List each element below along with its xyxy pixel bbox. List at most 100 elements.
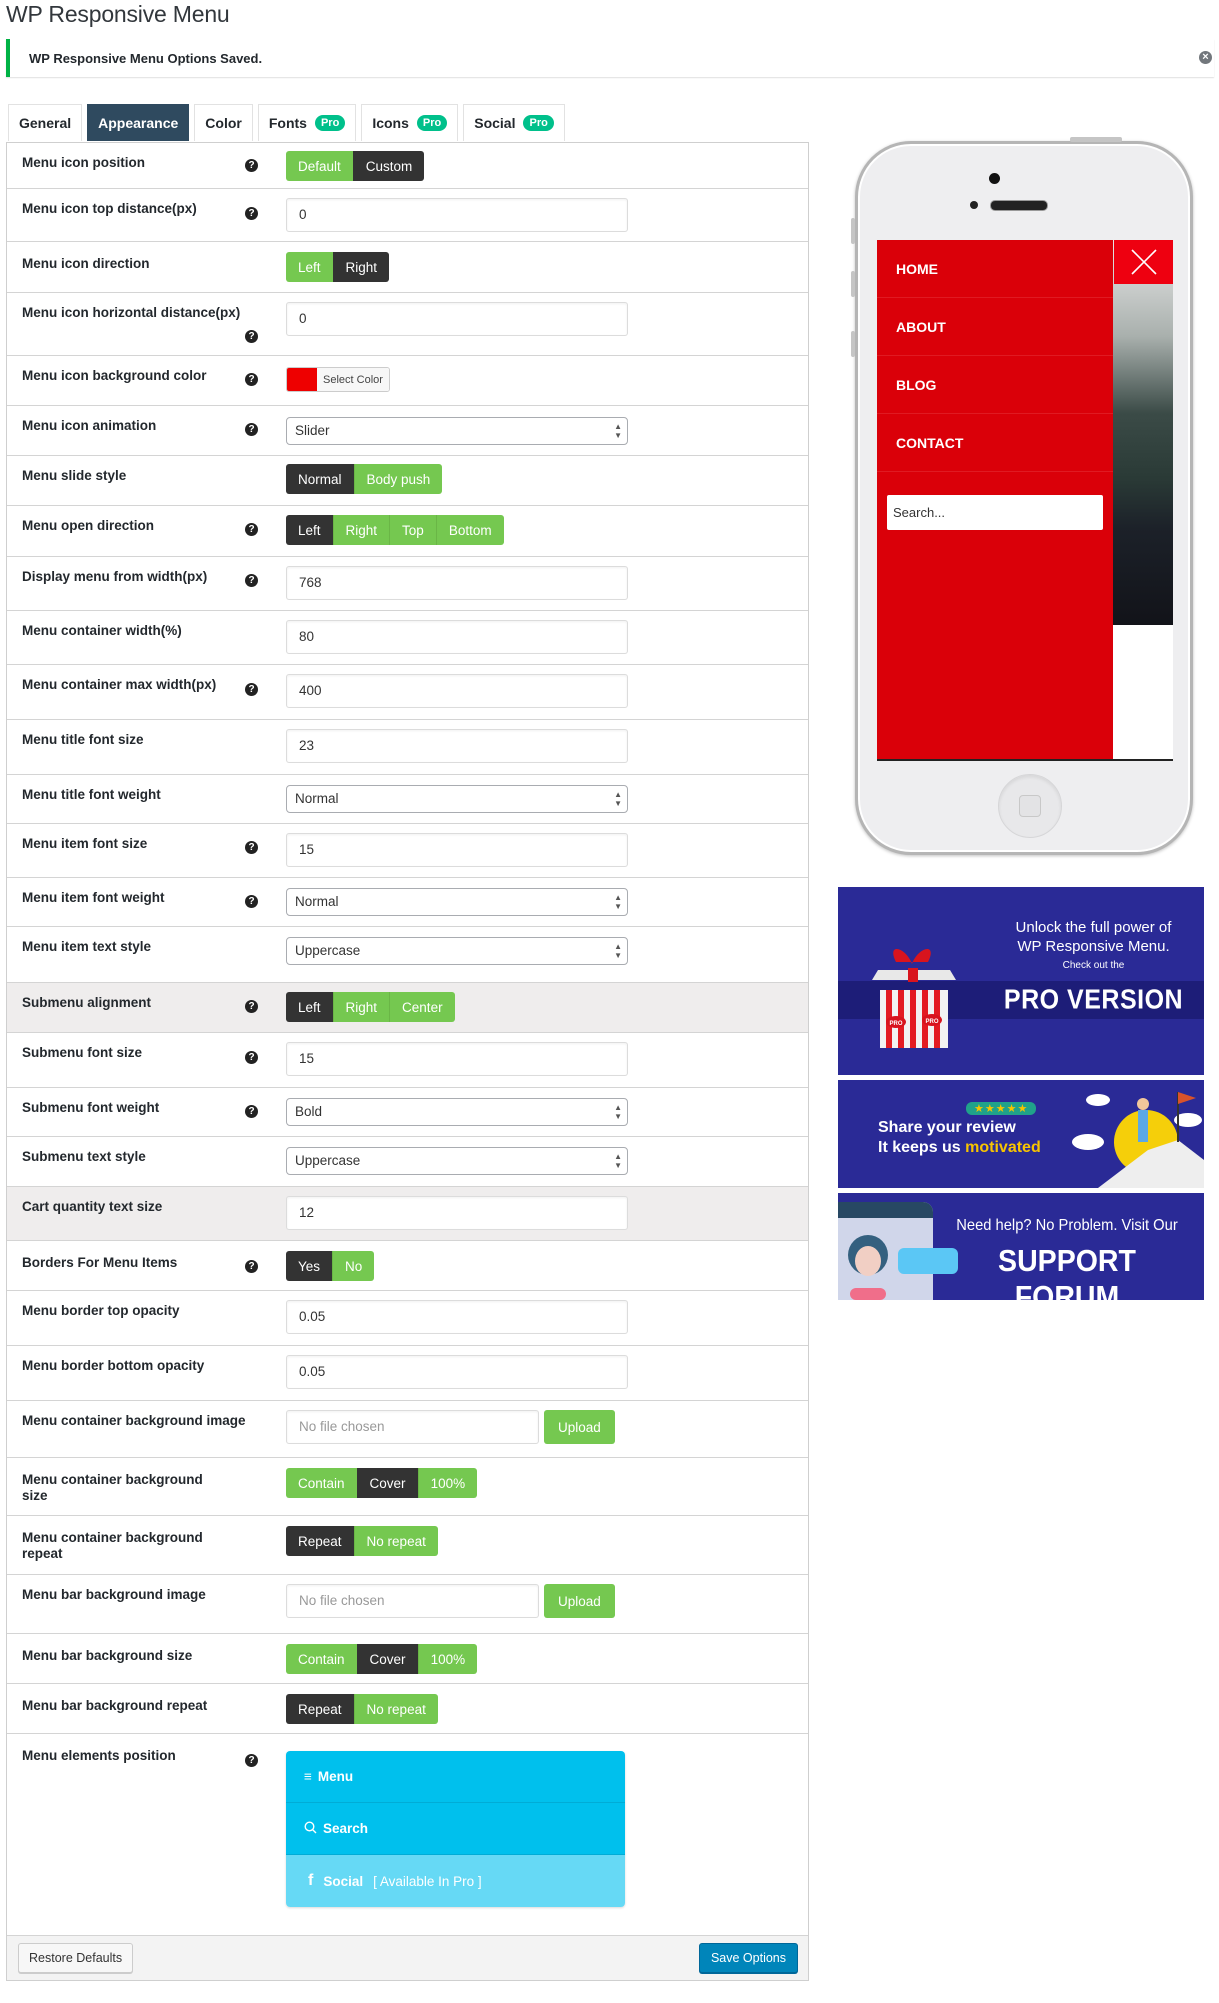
banner-line: WP Responsive Menu. [1017,938,1170,955]
toggle-option-normal[interactable]: Normal [286,464,354,494]
toggle-option-cover[interactable]: Cover [356,1468,418,1498]
submenu-text-style-select[interactable]: Uppercase ▲ ▼ [286,1147,628,1175]
setting-row-display-menu-from-width: Display menu from width(px) ? 768 [7,557,808,611]
preview-close-button[interactable] [1114,240,1173,284]
file-path-input[interactable]: No file chosen [286,1410,539,1444]
preview-menu-item-blog[interactable]: BLOG [877,356,1113,414]
toggle-option-contain[interactable]: Contain [286,1468,357,1498]
toggle-option-center[interactable]: Center [389,992,455,1022]
display-menu-from-width-input[interactable]: 768 [286,566,628,600]
tab-fonts[interactable]: Fonts Pro [257,104,357,141]
menu-icon-animation-select[interactable]: Slider ▲ ▼ [286,417,628,445]
setting-label: Menu icon background color [22,368,207,383]
toggle-option-100[interactable]: 100% [417,1644,478,1674]
toggle-option-repeat[interactable]: Repeat [286,1526,354,1556]
setting-label: Menu container background size [22,1472,203,1503]
tab-icons[interactable]: Icons Pro [361,104,459,141]
phone-screen: HOME ABOUT BLOG CONTACT Search... [877,240,1173,761]
phone-mute-switch [851,218,855,244]
setting-label: Menu title font weight [22,787,161,802]
menu-item-font-weight-select[interactable]: Normal ▲ ▼ [286,888,628,916]
menu-container-max-width-input[interactable]: 400 [286,674,628,708]
menu-item-font-size-input[interactable]: 15 [286,833,628,867]
pro-version-banner[interactable]: PRO PRO Unlock the full power of WP Respo… [838,887,1204,1075]
toggle-option-left[interactable]: Left [286,515,333,545]
sortable-item-menu[interactable]: ≡ Menu [286,1751,625,1803]
menu-icon-bg-color-picker[interactable]: Select Color [286,367,390,392]
help-icon[interactable]: ? [245,574,258,587]
submenu-font-size-input[interactable]: 15 [286,1042,628,1076]
menu-bar-bg-image-field: No file chosen Upload [286,1584,615,1618]
cart-quantity-text-size-input[interactable]: 12 [286,1196,628,1230]
support-forum-banner[interactable]: Need help? No Problem. Visit Our SUPPORT… [838,1193,1204,1300]
toggle-option-no[interactable]: No [332,1251,375,1281]
tab-general[interactable]: General [8,104,83,141]
menu-icon-horizontal-distance-input[interactable]: 0 [286,302,628,336]
toggle-option-top[interactable]: Top [389,515,436,545]
upload-button[interactable]: Upload [544,1410,615,1444]
gift-label: PRO [925,1019,938,1025]
toggle-option-right[interactable]: Right [332,515,390,545]
toggle-option-bottom[interactable]: Bottom [435,515,504,545]
setting-label: Menu icon animation [22,418,157,433]
help-icon[interactable]: ? [245,841,258,854]
menu-title-font-weight-select[interactable]: Normal ▲ ▼ [286,785,628,813]
toggle-option-left[interactable]: Left [286,252,333,282]
save-options-button[interactable]: Save Options [698,1943,798,1973]
help-icon[interactable]: ? [245,373,258,386]
toggle-option-custom[interactable]: Custom [352,151,425,181]
toggle-option-right[interactable]: Right [332,992,390,1022]
menu-border-bottom-opacity-input[interactable]: 0.05 [286,1355,628,1389]
settings-tabs: General Appearance Color Fonts Pro Icons P… [8,104,565,142]
menu-title-font-size-input[interactable]: 23 [286,729,628,763]
preview-menu-item-home[interactable]: HOME [877,240,1113,298]
help-icon[interactable]: ? [245,895,258,908]
toggle-option-body-push[interactable]: Body push [353,464,443,494]
help-icon[interactable]: ? [245,1000,258,1013]
help-icon[interactable]: ? [245,423,258,436]
setting-label: Menu icon top distance(px) [22,201,197,216]
menu-item-text-style-select[interactable]: Uppercase ▲ ▼ [286,937,628,965]
toggle-option-contain[interactable]: Contain [286,1644,357,1674]
toggle-option-repeat[interactable]: Repeat [286,1694,354,1724]
help-icon[interactable]: ? [245,523,258,536]
menu-container-width-input[interactable]: 80 [286,620,628,654]
toggle-option-default[interactable]: Default [286,151,353,181]
toggle-option-left[interactable]: Left [286,992,333,1022]
preview-search-input[interactable]: Search... [887,495,1103,530]
help-icon[interactable]: ? [245,1051,258,1064]
pro-availability-note: [ Available In Pro ] [373,1873,482,1889]
toggle-option-no-repeat[interactable]: No repeat [353,1526,438,1556]
menu-icon-top-distance-input[interactable]: 0 [286,198,628,232]
tab-social[interactable]: Social Pro [463,104,565,141]
help-icon[interactable]: ? [245,1260,258,1273]
preview-menu-item-contact[interactable]: CONTACT [877,414,1113,472]
sortable-item-search[interactable]: Search [286,1803,625,1855]
upload-button[interactable]: Upload [544,1584,615,1618]
toggle-option-100[interactable]: 100% [417,1468,478,1498]
setting-row-menu-container-background-size: Menu container background size Contain C… [7,1458,808,1516]
menu-bar-bg-repeat-toggle: Repeat No repeat [286,1694,438,1724]
help-icon[interactable]: ? [245,1105,258,1118]
review-banner[interactable]: ★★★★★ Share your review It keeps us moti… [838,1080,1204,1188]
help-icon[interactable]: ? [245,159,258,172]
tab-appearance[interactable]: Appearance [87,104,190,141]
toggle-option-cover[interactable]: Cover [356,1644,418,1674]
submenu-font-weight-select[interactable]: Bold ▲ ▼ [286,1098,628,1126]
help-icon[interactable]: ? [245,683,258,696]
dismiss-icon[interactable]: × [1199,51,1212,64]
preview-menu-item-about[interactable]: ABOUT [877,298,1113,356]
tab-label: Fonts [268,115,307,131]
help-icon[interactable]: ? [245,1754,258,1767]
select-value: Slider [295,423,330,438]
help-icon[interactable]: ? [245,207,258,220]
setting-row-menu-open-direction: Menu open direction ? Left Right Top Bot… [7,506,808,557]
file-path-input[interactable]: No file chosen [286,1584,539,1618]
help-icon[interactable]: ? [245,330,258,343]
restore-defaults-button[interactable]: Restore Defaults [18,1943,134,1973]
toggle-option-no-repeat[interactable]: No repeat [353,1694,438,1724]
tab-color[interactable]: Color [194,104,253,141]
toggle-option-right[interactable]: Right [332,252,390,282]
toggle-option-yes[interactable]: Yes [286,1251,333,1281]
menu-border-top-opacity-input[interactable]: 0.05 [286,1300,628,1334]
